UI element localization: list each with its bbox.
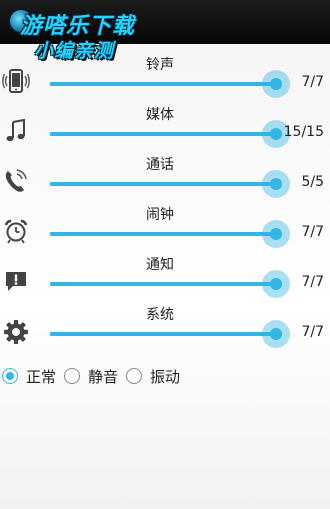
volume-slider-track-media[interactable] [50,132,276,136]
volume-row-system: 系统 7/7 [0,303,330,353]
volume-row-ringtone: 铃声 7/7 [0,53,330,103]
volume-row-media: 媒体 15/15 [0,103,330,153]
ringtone-phone-icon [2,69,30,93]
volume-label-ringtone: 铃声 [146,57,174,73]
volume-slider-track-ringtone[interactable] [50,82,276,86]
volume-label-call: 通话 [146,157,174,173]
mode-option-normal[interactable]: 正常 [2,366,56,387]
volume-label-alarm: 闹钟 [146,207,174,223]
volume-value-alarm: 7/7 [301,224,324,240]
notification-icon [6,272,26,291]
mode-label-vibrate: 振动 [150,367,181,386]
volume-label-notification: 通知 [146,257,174,273]
volume-value-media: 15/15 [283,124,324,140]
volume-slider-thumb-call[interactable] [262,170,290,198]
volume-slider-thumb-ringtone[interactable] [262,70,290,98]
volume-row-notification: 通知 7/7 [0,253,330,303]
alarm-clock-icon [4,219,28,244]
volume-value-system: 7/7 [301,324,324,340]
volume-slider-track-alarm[interactable] [50,232,276,236]
volume-slider-track-call[interactable] [50,182,276,186]
volume-label-system: 系统 [146,307,174,323]
radio-vibrate[interactable] [126,368,143,384]
volume-row-call: 通话 5/5 [0,153,330,203]
mode-option-vibrate[interactable]: 振动 [126,366,180,387]
volume-slider-track-system[interactable] [50,332,276,336]
radio-silent[interactable] [64,368,81,384]
mode-label-normal: 正常 [26,367,57,386]
sound-mode-radio-group: 正常 静音 振动 [0,362,330,390]
volume-label-media: 媒体 [146,107,174,123]
volume-slider-thumb-alarm[interactable] [262,220,290,248]
volume-row-alarm: 闹钟 7/7 [0,203,330,253]
volume-value-call: 5/5 [301,174,324,190]
mode-option-silent[interactable]: 静音 [64,366,118,387]
phone-call-icon [5,169,27,192]
volume-slider-thumb-system[interactable] [262,320,290,348]
radio-normal[interactable] [2,368,18,384]
volume-slider-thumb-notification[interactable] [262,270,290,298]
music-note-icon [6,118,25,142]
gear-icon [4,320,28,344]
volume-value-ringtone: 7/7 [301,74,324,90]
mode-label-silent: 静音 [88,367,119,386]
volume-slider-track-notification[interactable] [50,282,276,286]
volume-value-notification: 7/7 [301,274,324,290]
